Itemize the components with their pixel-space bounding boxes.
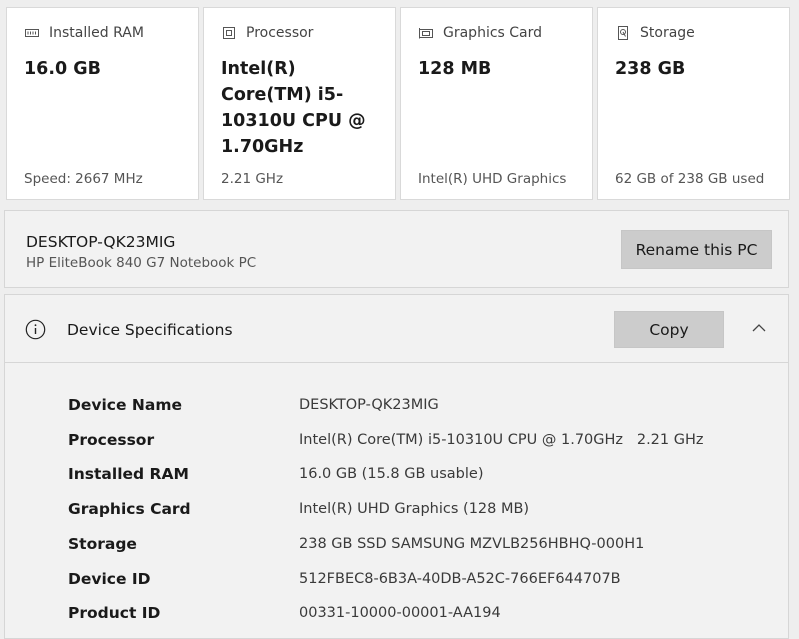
spec-row-device-id: Device ID 512FBEC8-6B3A-40DB-A52C-766EF6… [5, 564, 788, 594]
card-value: Intel(R) Core(TM) i5-10310U CPU @ 1.70GH… [221, 59, 366, 157]
card-title: Processor [246, 25, 314, 41]
card-footer: Intel(R) UHD Graphics [418, 171, 567, 187]
info-icon [25, 319, 46, 340]
spec-value: DESKTOP-QK23MIG [299, 397, 439, 413]
spec-label: Device ID [68, 570, 151, 588]
spec-value: Intel(R) Core(TM) i5-10310U CPU @ 1.70GH… [299, 432, 704, 448]
spec-row-graphics-card: Graphics Card Intel(R) UHD Graphics (128… [5, 494, 788, 524]
spec-value: 512FBEC8-6B3A-40DB-A52C-766EF644707B [299, 571, 621, 587]
spec-value: 238 GB SSD SAMSUNG MZVLB256HBHQ-000H1 [299, 536, 645, 552]
device-specifications-panel: Device Specifications Copy Device Name D… [4, 294, 789, 639]
spec-label: Graphics Card [68, 500, 191, 518]
spec-row-storage: Storage 238 GB SSD SAMSUNG MZVLB256HBHQ-… [5, 529, 788, 559]
storage-icon [615, 25, 631, 41]
card-value: 238 GB [615, 59, 686, 79]
spec-value: Intel(R) UHD Graphics (128 MB) [299, 501, 530, 517]
card-graphics: Graphics Card 128 MB Intel(R) UHD Graphi… [400, 7, 593, 200]
pc-model: HP EliteBook 840 G7 Notebook PC [26, 255, 257, 271]
spec-row-processor: Processor Intel(R) Core(TM) i5-10310U CP… [5, 425, 788, 455]
spec-label: Processor [68, 431, 155, 449]
section-title: Device Specifications [67, 321, 233, 339]
spec-label: Device Name [68, 396, 182, 414]
spec-value: 00331-10000-00001-AA194 [299, 605, 501, 621]
pc-name: DESKTOP-QK23MIG [26, 233, 176, 251]
spec-row-installed-ram: Installed RAM 16.0 GB (15.8 GB usable) [5, 459, 788, 489]
device-specifications-header[interactable]: Device Specifications Copy [5, 295, 788, 363]
spec-label: Product ID [68, 604, 161, 622]
rename-pc-button[interactable]: Rename this PC [621, 230, 772, 269]
chevron-up-icon[interactable] [750, 319, 768, 337]
card-installed-ram: Installed RAM 16.0 GB Speed: 2667 MHz [6, 7, 199, 200]
graphics-card-icon [418, 25, 434, 41]
card-title: Storage [640, 25, 695, 41]
copy-button[interactable]: Copy [614, 311, 724, 348]
ram-icon [24, 25, 40, 41]
processor-icon [221, 25, 237, 41]
card-footer: Speed: 2667 MHz [24, 171, 143, 187]
pc-name-bar: DESKTOP-QK23MIG HP EliteBook 840 G7 Note… [4, 210, 789, 288]
spec-row-device-name: Device Name DESKTOP-QK23MIG [5, 390, 788, 420]
summary-cards: Installed RAM 16.0 GB Speed: 2667 MHz Pr… [6, 7, 790, 202]
spec-label: Storage [68, 535, 137, 553]
spec-row-product-id: Product ID 00331-10000-00001-AA194 [5, 598, 788, 628]
card-storage: Storage 238 GB 62 GB of 238 GB used [597, 7, 790, 200]
card-processor: Processor Intel(R) Core(TM) i5-10310U CP… [203, 7, 396, 200]
card-value: 16.0 GB [24, 59, 101, 79]
spec-value: 16.0 GB (15.8 GB usable) [299, 466, 484, 482]
card-value: 128 MB [418, 59, 492, 79]
card-footer: 2.21 GHz [221, 171, 284, 187]
card-footer: 62 GB of 238 GB used [615, 171, 765, 187]
card-title: Installed RAM [49, 25, 144, 41]
spec-label: Installed RAM [68, 465, 189, 483]
card-title: Graphics Card [443, 25, 543, 41]
